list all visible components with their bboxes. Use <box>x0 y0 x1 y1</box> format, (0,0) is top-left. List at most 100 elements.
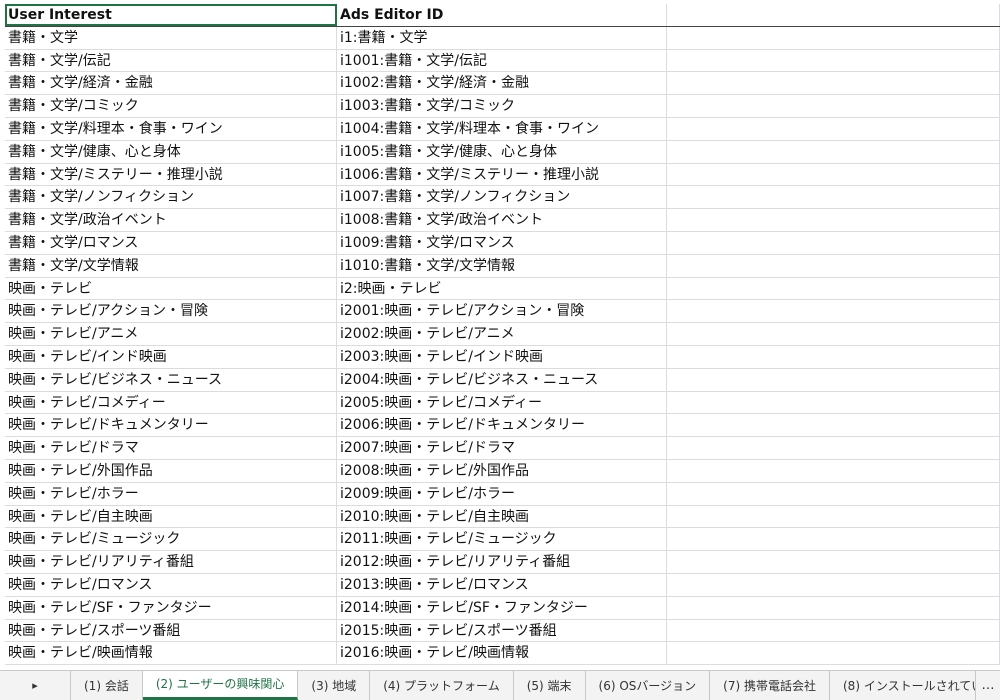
empty-cell[interactable] <box>667 49 1000 72</box>
ads-editor-id-cell[interactable]: i2005:映画・テレビ/コメディー <box>337 391 667 414</box>
user-interest-cell[interactable]: 映画・テレビ/映画情報 <box>5 642 337 665</box>
empty-cell[interactable] <box>667 231 1000 254</box>
empty-cell[interactable] <box>667 277 1000 300</box>
empty-cell[interactable] <box>667 528 1000 551</box>
user-interest-cell[interactable]: 映画・テレビ/インド映画 <box>5 345 337 368</box>
empty-cell[interactable] <box>667 140 1000 163</box>
empty-cell[interactable] <box>667 551 1000 573</box>
ads-editor-id-cell[interactable]: i1007:書籍・文学/ノンフィクション <box>337 186 667 209</box>
table-row: 映画・テレビ/ドラマ i2007:映画・テレビ/ドラマ <box>5 437 1000 460</box>
more-tabs-icon[interactable]: … <box>975 671 1000 700</box>
empty-cell[interactable] <box>667 300 1000 323</box>
empty-cell[interactable] <box>667 209 1000 231</box>
sheet-tab[interactable]: (8) インストールされているアプリのカテゴリ <box>830 671 975 700</box>
user-interest-cell[interactable]: 映画・テレビ/アニメ <box>5 323 337 345</box>
user-interest-cell[interactable]: 書籍・文学/文学情報 <box>5 254 337 277</box>
ads-editor-id-cell[interactable]: i2016:映画・テレビ/映画情報 <box>337 642 667 665</box>
user-interest-cell[interactable]: 映画・テレビ/リアリティ番組 <box>5 551 337 573</box>
user-interest-cell[interactable]: 映画・テレビ/ドラマ <box>5 437 337 459</box>
user-interest-cell[interactable]: 映画・テレビ/外国作品 <box>5 459 337 482</box>
sheet-tab[interactable]: (6) OSバージョン <box>586 671 711 700</box>
empty-cell[interactable] <box>667 4 1000 26</box>
table-row: 映画・テレビ/コメディー i2005:映画・テレビ/コメディー <box>5 391 1000 415</box>
ads-editor-id-cell[interactable]: i2007:映画・テレビ/ドラマ <box>337 437 667 459</box>
user-interest-cell[interactable]: 映画・テレビ/ビジネス・ニュース <box>5 368 337 391</box>
ads-editor-id-cell[interactable]: i2014:映画・テレビ/SF・ファンタジー <box>337 596 667 619</box>
user-interest-cell[interactable]: 映画・テレビ/SF・ファンタジー <box>5 596 337 619</box>
sheet-tab[interactable]: (4) プラットフォーム <box>370 671 514 700</box>
empty-cell[interactable] <box>667 437 1000 459</box>
ads-editor-id-cell[interactable]: i2013:映画・テレビ/ロマンス <box>337 573 667 596</box>
user-interest-cell[interactable]: 書籍・文学/ロマンス <box>5 231 337 254</box>
user-interest-cell[interactable]: 映画・テレビ/アクション・冒険 <box>5 300 337 323</box>
user-interest-cell[interactable]: 映画・テレビ/ドキュメンタリー <box>5 414 337 437</box>
user-interest-cell[interactable]: 映画・テレビ/スポーツ番組 <box>5 619 337 642</box>
user-interest-cell[interactable]: 映画・テレビ/ミュージック <box>5 528 337 551</box>
empty-cell[interactable] <box>667 186 1000 209</box>
empty-cell[interactable] <box>667 482 1000 505</box>
ads-editor-id-cell[interactable]: i2012:映画・テレビ/リアリティ番組 <box>337 551 667 573</box>
user-interest-cell[interactable]: 映画・テレビ/コメディー <box>5 391 337 414</box>
ads-editor-id-cell[interactable]: i1003:書籍・文学/コミック <box>337 95 667 117</box>
ads-editor-id-cell[interactable]: i2001:映画・テレビ/アクション・冒険 <box>337 300 667 323</box>
header-cell-ads-editor-id[interactable]: Ads Editor ID <box>337 4 667 26</box>
header-cell-user-interest[interactable]: User Interest <box>5 4 337 26</box>
empty-cell[interactable] <box>667 95 1000 117</box>
user-interest-cell[interactable]: 書籍・文学/ノンフィクション <box>5 186 337 209</box>
user-interest-cell[interactable]: 書籍・文学 <box>5 26 337 49</box>
ads-editor-id-cell[interactable]: i2015:映画・テレビ/スポーツ番組 <box>337 619 667 642</box>
sheet-tab[interactable]: (1) 会話 <box>71 671 143 700</box>
empty-cell[interactable] <box>667 414 1000 437</box>
ads-editor-id-cell[interactable]: i2:映画・テレビ <box>337 277 667 300</box>
empty-cell[interactable] <box>667 368 1000 391</box>
ads-editor-id-cell[interactable]: i2002:映画・テレビ/アニメ <box>337 323 667 345</box>
sheet-tab[interactable]: (5) 端末 <box>514 671 586 700</box>
ads-editor-id-cell[interactable]: i1002:書籍・文学/経済・金融 <box>337 72 667 95</box>
ads-editor-id-cell[interactable]: i1008:書籍・文学/政治イベント <box>337 209 667 231</box>
empty-cell[interactable] <box>667 505 1000 528</box>
empty-cell[interactable] <box>667 323 1000 345</box>
ads-editor-id-cell[interactable]: i1004:書籍・文学/料理本・食事・ワイン <box>337 117 667 140</box>
empty-cell[interactable] <box>667 163 1000 186</box>
user-interest-cell[interactable]: 書籍・文学/経済・金融 <box>5 72 337 95</box>
empty-cell[interactable] <box>667 345 1000 368</box>
user-interest-cell[interactable]: 書籍・文学/伝記 <box>5 49 337 72</box>
ads-editor-id-cell[interactable]: i1001:書籍・文学/伝記 <box>337 49 667 72</box>
ads-editor-id-cell[interactable]: i2003:映画・テレビ/インド映画 <box>337 345 667 368</box>
ads-editor-id-cell[interactable]: i2011:映画・テレビ/ミュージック <box>337 528 667 551</box>
empty-cell[interactable] <box>667 596 1000 619</box>
scroll-tabs-right-icon[interactable]: ▸ <box>32 679 38 692</box>
ads-editor-id-cell[interactable]: i1006:書籍・文学/ミステリー・推理小説 <box>337 163 667 186</box>
user-interest-cell[interactable]: 映画・テレビ/自主映画 <box>5 505 337 528</box>
empty-cell[interactable] <box>667 642 1000 665</box>
empty-cell[interactable] <box>667 573 1000 596</box>
ads-editor-id-cell[interactable]: i2008:映画・テレビ/外国作品 <box>337 459 667 482</box>
user-interest-cell[interactable]: 書籍・文学/ミステリー・推理小説 <box>5 163 337 186</box>
ads-editor-id-cell[interactable]: i2009:映画・テレビ/ホラー <box>337 482 667 505</box>
ads-editor-id-cell[interactable]: i1005:書籍・文学/健康、心と身体 <box>337 140 667 163</box>
empty-cell[interactable] <box>667 254 1000 277</box>
user-interest-cell[interactable]: 書籍・文学/健康、心と身体 <box>5 140 337 163</box>
ads-editor-id-cell[interactable]: i1009:書籍・文学/ロマンス <box>337 231 667 254</box>
user-interest-cell[interactable]: 映画・テレビ <box>5 277 337 300</box>
ads-editor-id-cell[interactable]: i2010:映画・テレビ/自主映画 <box>337 505 667 528</box>
empty-cell[interactable] <box>667 459 1000 482</box>
sheet-tab[interactable]: (3) 地域 <box>298 671 371 700</box>
sheet-tab[interactable]: (7) 携帯電話会社 <box>710 671 830 700</box>
empty-cell[interactable] <box>667 26 1000 49</box>
ads-editor-id-cell[interactable]: i1:書籍・文学 <box>337 26 667 49</box>
ads-editor-id-cell[interactable]: i2006:映画・テレビ/ドキュメンタリー <box>337 414 667 437</box>
user-interest-cell[interactable]: 映画・テレビ/ホラー <box>5 482 337 505</box>
user-interest-cell[interactable]: 書籍・文学/コミック <box>5 95 337 117</box>
user-interest-cell[interactable]: 書籍・文学/政治イベント <box>5 209 337 231</box>
empty-cell[interactable] <box>667 391 1000 414</box>
empty-cell[interactable] <box>667 72 1000 95</box>
user-interest-cell[interactable]: 映画・テレビ/ロマンス <box>5 573 337 596</box>
user-interest-cell[interactable]: 書籍・文学/料理本・食事・ワイン <box>5 117 337 140</box>
ads-editor-id-cell[interactable]: i1010:書籍・文学/文学情報 <box>337 254 667 277</box>
table-row: 書籍・文学/伝記 i1001:書籍・文学/伝記 <box>5 49 1000 73</box>
ads-editor-id-cell[interactable]: i2004:映画・テレビ/ビジネス・ニュース <box>337 368 667 391</box>
empty-cell[interactable] <box>667 117 1000 140</box>
empty-cell[interactable] <box>667 619 1000 642</box>
sheet-tab[interactable]: (2) ユーザーの興味関心 <box>142 671 299 700</box>
